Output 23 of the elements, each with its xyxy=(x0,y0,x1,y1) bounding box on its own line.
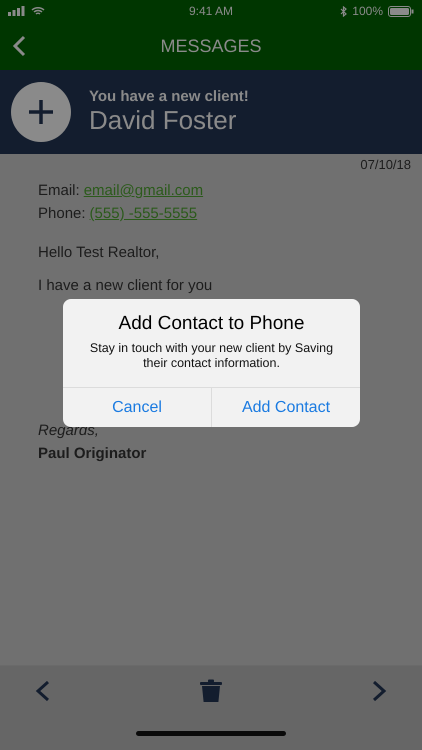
trash-icon[interactable] xyxy=(199,679,223,703)
bluetooth-icon xyxy=(340,6,348,16)
message-date: 07/10/18 xyxy=(360,157,411,172)
add-contact-button[interactable]: Add Contact xyxy=(211,388,360,427)
dialog-message: Stay in touch with your new client by Saving their contact information. xyxy=(88,341,334,371)
client-name: David Foster xyxy=(89,105,238,136)
signal-icon xyxy=(8,6,26,16)
nav-title: MESSAGES xyxy=(160,36,262,56)
field-label: Email: xyxy=(38,182,80,199)
wifi-icon xyxy=(31,6,45,16)
field-label: Phone: xyxy=(38,205,86,222)
banner-subtitle: You have a new client! xyxy=(89,88,249,105)
status-time: 9:41 AM xyxy=(188,4,234,18)
signature-text: Paul Originator xyxy=(38,445,148,462)
battery-percent: 100% xyxy=(352,4,383,18)
plus-icon xyxy=(27,98,55,126)
back-icon[interactable] xyxy=(12,35,26,57)
message-body: I have a new client for you xyxy=(38,277,214,294)
previous-icon[interactable] xyxy=(34,680,50,702)
greeting-text: Hello Test Realtor, xyxy=(38,244,160,261)
battery-icon xyxy=(388,6,414,16)
dialog-title: Add Contact to Phone xyxy=(118,313,306,335)
next-icon[interactable] xyxy=(372,680,388,702)
